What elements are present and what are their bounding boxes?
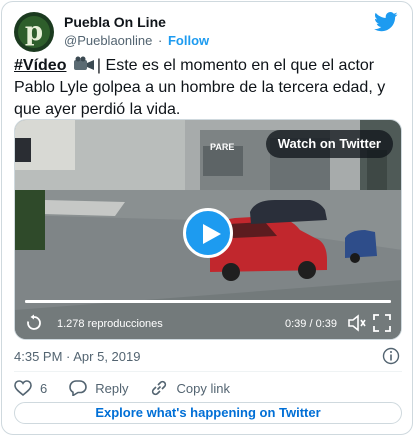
reply-label: Reply: [95, 380, 129, 396]
tweet-timestamp[interactable]: 4:35 PM · Apr 5, 2019: [14, 349, 140, 364]
follow-button[interactable]: Follow: [168, 33, 209, 48]
video-player[interactable]: PARE Watch on Twitter 1.278 reproduccion…: [14, 119, 402, 340]
avatar[interactable]: p: [14, 12, 54, 52]
play-button[interactable]: [183, 208, 233, 258]
reply-icon: [69, 380, 88, 396]
info-icon[interactable]: [382, 347, 400, 365]
view-count: 1.278 reproducciones: [57, 318, 163, 330]
explore-button[interactable]: Explore what's happening on Twitter: [14, 402, 402, 424]
avatar-letter: p: [24, 17, 44, 47]
hashtag-link[interactable]: #Vídeo: [14, 57, 66, 74]
divider: [14, 371, 402, 372]
copy-link-label: Copy link: [176, 380, 230, 396]
fullscreen-icon[interactable]: [373, 314, 391, 332]
sign-text: PARE: [210, 142, 234, 152]
copy-link-button[interactable]: Copy link: [150, 379, 230, 397]
link-icon: [152, 380, 167, 396]
account-handle[interactable]: @Pueblaonline: [64, 33, 152, 48]
action-bar: 6 Reply Copy link: [14, 378, 252, 398]
progress-fill: [25, 300, 391, 303]
like-count: 6: [40, 380, 48, 396]
replay-icon[interactable]: [25, 314, 43, 332]
separator: ·: [158, 33, 163, 48]
account-name[interactable]: Puebla On Line: [64, 14, 166, 30]
twitter-bird-icon[interactable]: [374, 12, 398, 32]
heart-icon: [14, 380, 32, 396]
reply-button[interactable]: Reply: [69, 380, 128, 396]
video-time: 0:39 / 0:39: [285, 318, 337, 330]
volume-icon[interactable]: [347, 314, 367, 332]
like-button[interactable]: 6: [14, 380, 47, 396]
video-camera-icon: [73, 56, 94, 70]
tweet-body: | Este es el momento en el que el actor …: [14, 57, 386, 118]
watch-on-twitter-button[interactable]: Watch on Twitter: [265, 130, 393, 158]
play-icon: [203, 224, 221, 244]
tweet-card: p Puebla On Line @Pueblaonline · Follow …: [1, 1, 413, 435]
handle-line: @Pueblaonline · Follow: [64, 33, 209, 48]
progress-bar[interactable]: [25, 300, 391, 303]
tweet-text: #Vídeo | Este es el momento en el que el…: [14, 55, 402, 121]
